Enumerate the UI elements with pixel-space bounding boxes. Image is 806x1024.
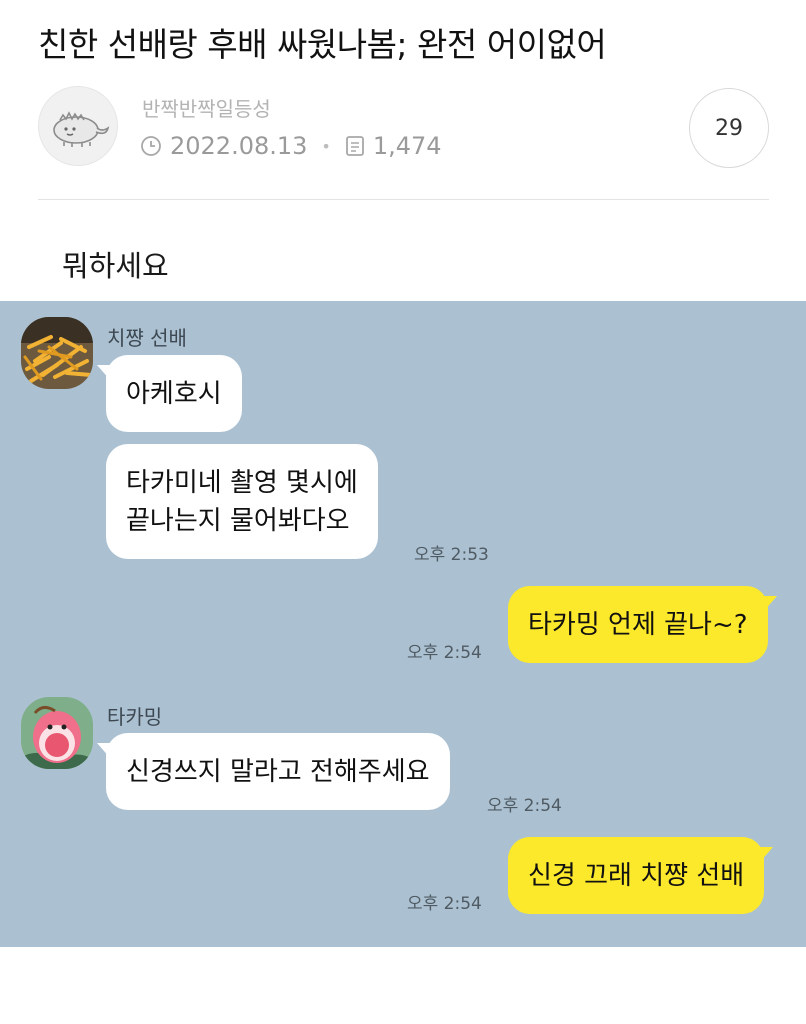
message-text: 아케호시 (126, 378, 222, 409)
dinosaur-avatar-icon (53, 111, 110, 147)
message-text-line: 타카미네 촬영 몇시에 (126, 467, 358, 498)
chat-screenshot: 치쨩 선배 아케호시 타카미네 촬영 몇시에 끝나는지 물어봐다오 오후 2:5… (0, 301, 806, 947)
meta-separator: • (321, 136, 331, 156)
incoming-message: 신경쓰지 말라고 전해주세요 (97, 733, 450, 810)
message-text: 신경 끄래 치쨩 선배 (528, 860, 745, 891)
sender-name-2: 타카밍 (107, 705, 163, 729)
outgoing-message: 신경 끄래 치쨩 선배 (508, 837, 774, 914)
outgoing-message: 타카밍 언제 끝나~? (508, 586, 777, 663)
incoming-message: 타카미네 촬영 몇시에 끝나는지 물어봐다오 (106, 444, 378, 559)
message-text-line: 끝나는지 물어봐다오 (126, 505, 350, 536)
author-avatar[interactable] (38, 86, 118, 166)
document-icon (345, 135, 365, 157)
divider (38, 199, 769, 200)
message-text: 타카밍 언제 끝나~? (528, 609, 748, 640)
post-title: 친한 선배랑 후배 싸웠나봄; 완전 어이없어 (38, 25, 607, 64)
post-meta: 2022.08.13 • 1,474 (140, 132, 442, 160)
french-fries-icon (21, 317, 93, 389)
message-timestamp: 오후 2:54 (407, 894, 482, 914)
post-body-text: 뭐하세요 (62, 249, 169, 283)
message-text: 신경쓰지 말라고 전해주세요 (126, 756, 430, 787)
message-timestamp: 오후 2:54 (407, 643, 482, 663)
sender-name-1: 치쨩 선배 (107, 326, 187, 350)
sender-avatar-fries (21, 317, 93, 389)
message-timestamp: 오후 2:54 (487, 796, 562, 816)
comment-count-button[interactable]: 29 (689, 88, 769, 168)
author-name[interactable]: 반짝반짝일등성 (142, 93, 271, 122)
clock-icon (140, 135, 162, 157)
incoming-message: 아케호시 (97, 355, 242, 432)
pink-character-icon (21, 697, 93, 769)
sender-avatar-character (21, 697, 93, 769)
message-timestamp: 오후 2:53 (414, 545, 489, 565)
post-date: 2022.08.13 (170, 132, 308, 160)
view-count: 1,474 (372, 132, 442, 160)
